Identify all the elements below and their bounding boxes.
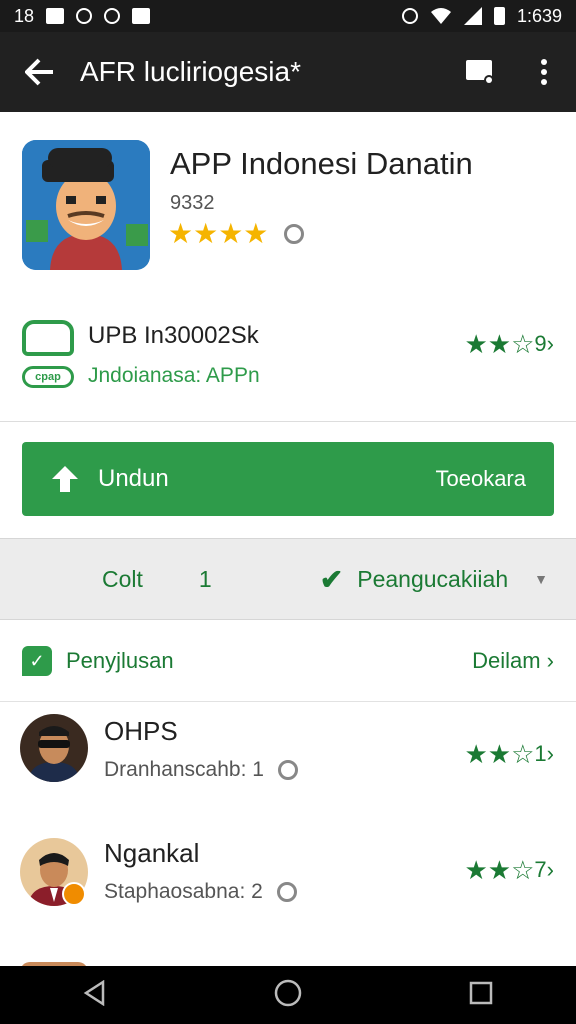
review-item[interactable]: Ngankal Staphaosabna: 2 ★★☆ 7 › [0, 826, 576, 950]
chat-icon [104, 8, 121, 24]
square-recents-icon [469, 981, 492, 1004]
chevron-right-icon: › [546, 331, 554, 356]
status-bar: 18 1:639 [0, 0, 576, 32]
reviewer-name: Ngankal [104, 838, 200, 868]
battery-icon [493, 7, 505, 25]
nav-recents-button[interactable] [469, 981, 493, 1010]
sort-label: Peangucakiiah [357, 565, 509, 592]
developer-logo-icon [22, 320, 74, 356]
app-mascot-icon [22, 140, 150, 270]
chevron-right-icon: › [546, 741, 554, 766]
navigation-bar [0, 966, 576, 1024]
cast-button[interactable] [448, 32, 512, 112]
home-circle-icon [274, 979, 302, 1006]
signal-icon [463, 7, 482, 25]
arrow-up-icon [52, 466, 78, 492]
wifi-icon [430, 8, 451, 24]
review-meta: Dranhanscahb: 1 [104, 758, 298, 782]
chevron-down-icon: ▼ [534, 571, 548, 587]
status-time: 1:639 [516, 5, 562, 26]
app-download-count: 9332 [170, 192, 215, 214]
install-label: Undun [98, 465, 169, 492]
app-rating-stars: ★★★★ [168, 218, 269, 249]
review-meta: Staphaosabna: 2 [104, 880, 297, 904]
more-vertical-icon [541, 59, 547, 85]
back-button[interactable] [0, 32, 80, 112]
more-options-button[interactable] [512, 32, 576, 112]
nav-home-button[interactable] [274, 979, 302, 1012]
review-subtitle: Staphaosabna: 2 [104, 880, 263, 903]
status-left: 18 [14, 5, 151, 27]
info-icon[interactable] [276, 882, 297, 902]
filter-left[interactable]: Colt 1 [102, 566, 212, 593]
reviews-more-link[interactable]: Deilam › [472, 648, 554, 674]
review-rating-stars: ★★☆ [464, 855, 535, 885]
filter-bar: Colt 1 ✔ Peangucakiiah ▼ [0, 538, 576, 620]
review-rating: ★★☆ 1 › [464, 740, 554, 768]
review-rating-count: 7 [534, 857, 547, 882]
review-rating: ★★☆ 7 › [464, 856, 554, 884]
developer-name: UPB In30002Sk [88, 322, 259, 349]
toolbar: AFR lucliriogesia* [0, 32, 576, 112]
app-icon[interactable] [22, 140, 150, 270]
developer-rating-count: 9 [534, 331, 547, 356]
cast-icon [466, 60, 494, 85]
alarm-icon [401, 8, 418, 24]
toolbar-title: AFR lucliriogesia* [80, 56, 301, 87]
app-header: APP Indonesi Danatin 9332 ★★★★ [0, 112, 576, 292]
developer-row[interactable]: cpap UPB In30002Sk Jndoianasa: APPn ★★☆ … [0, 292, 576, 422]
badge-icon [62, 882, 86, 906]
developer-rating: ★★☆ 9 › [464, 330, 554, 358]
developer-rating-stars: ★★☆ [464, 329, 535, 359]
review-rating-stars: ★★☆ [464, 739, 535, 769]
install-right-label: Toeokara [435, 466, 526, 491]
developer-subtitle: Jndoianasa: APPn [88, 364, 260, 387]
developer-tag: cpap [22, 366, 74, 388]
status-right: 1:639 [401, 5, 562, 27]
sync-icon [76, 8, 93, 24]
back-arrow-icon [25, 58, 53, 86]
filter-left-count: 1 [198, 565, 212, 592]
app-rating: ★★★★ [168, 218, 305, 249]
reviews-header: ✓ Penyjlusan Deilam › [0, 620, 576, 702]
triangle-back-icon [84, 979, 105, 1006]
check-icon: ✔ [319, 563, 344, 595]
sort-dropdown[interactable]: ✔ Peangucakiiah ▼ [320, 563, 548, 596]
info-icon[interactable] [284, 224, 305, 244]
photo-icon [132, 8, 151, 24]
reviewer-name: OHPS [104, 716, 178, 746]
status-number: 18 [14, 5, 35, 26]
review-rating-count: 1 [534, 741, 547, 766]
app-title: APP Indonesi Danatin [170, 146, 473, 181]
reviews-header-label: Penyjlusan [66, 647, 174, 673]
nav-back-button[interactable] [83, 979, 107, 1011]
review-subtitle: Dranhanscahb: 1 [104, 758, 264, 781]
avatar [20, 714, 88, 782]
chevron-right-icon: › [546, 857, 554, 882]
review-icon: ✓ [22, 645, 52, 676]
filter-left-label: Colt [102, 565, 143, 592]
info-icon[interactable] [277, 760, 298, 780]
review-item[interactable]: OHPS Dranhanscahb: 1 ★★☆ 1 › [0, 702, 576, 826]
notification-icon [46, 8, 65, 24]
install-button[interactable]: Undun Toeokara [22, 442, 554, 516]
